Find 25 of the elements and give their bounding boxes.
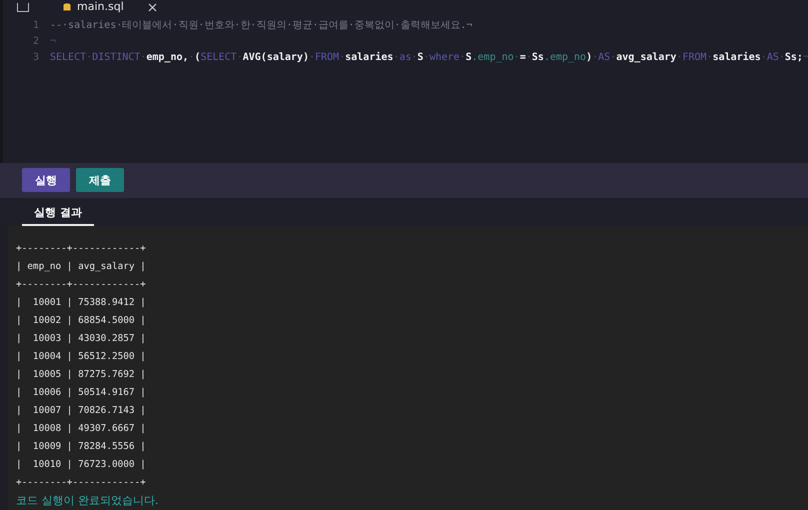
output-line: +--------+------------+: [16, 476, 147, 490]
output-line: | 10003 | 43030.2857 |: [16, 332, 147, 346]
run-button[interactable]: 실행: [22, 168, 70, 192]
close-icon[interactable]: [148, 2, 157, 12]
output-line: | 10004 | 56512.2500 |: [16, 350, 147, 364]
output-line: | 10009 | 78284.5556 |: [16, 440, 147, 454]
output-line: +--------+------------+: [16, 242, 147, 256]
output-line: | 10006 | 50514.9167 |: [16, 386, 147, 400]
line-number: 3: [32, 52, 40, 62]
output-line: | 10002 | 68854.5000 |: [16, 314, 147, 328]
line-number: 1: [32, 20, 40, 30]
code-line: --·salaries·테이블에서·직원·번호와·한·직원의·평균·급여를·중복없이·출력해보세요.¬: [50, 19, 472, 32]
line-number: 2: [32, 36, 40, 46]
panel-icon[interactable]: [17, 2, 29, 12]
output-line: | 10010 | 76723.0000 |: [16, 458, 147, 472]
output-line: +--------+------------+: [16, 278, 147, 292]
code-line: ¬: [50, 36, 56, 46]
output-line: | 10001 | 75388.9412 |: [16, 296, 147, 310]
output-line: | 10008 | 49307.6667 |: [16, 422, 147, 436]
output-line: | 10005 | 87275.7692 |: [16, 368, 147, 382]
status-message: 코드 실행이 완료되었습니다.: [16, 493, 160, 509]
database-icon: [63, 2, 71, 12]
output-line: | emp_no | avg_salary |: [16, 260, 147, 274]
output-line: | 10007 | 70826.7143 |: [16, 404, 147, 418]
submit-button[interactable]: 제출: [76, 168, 124, 192]
